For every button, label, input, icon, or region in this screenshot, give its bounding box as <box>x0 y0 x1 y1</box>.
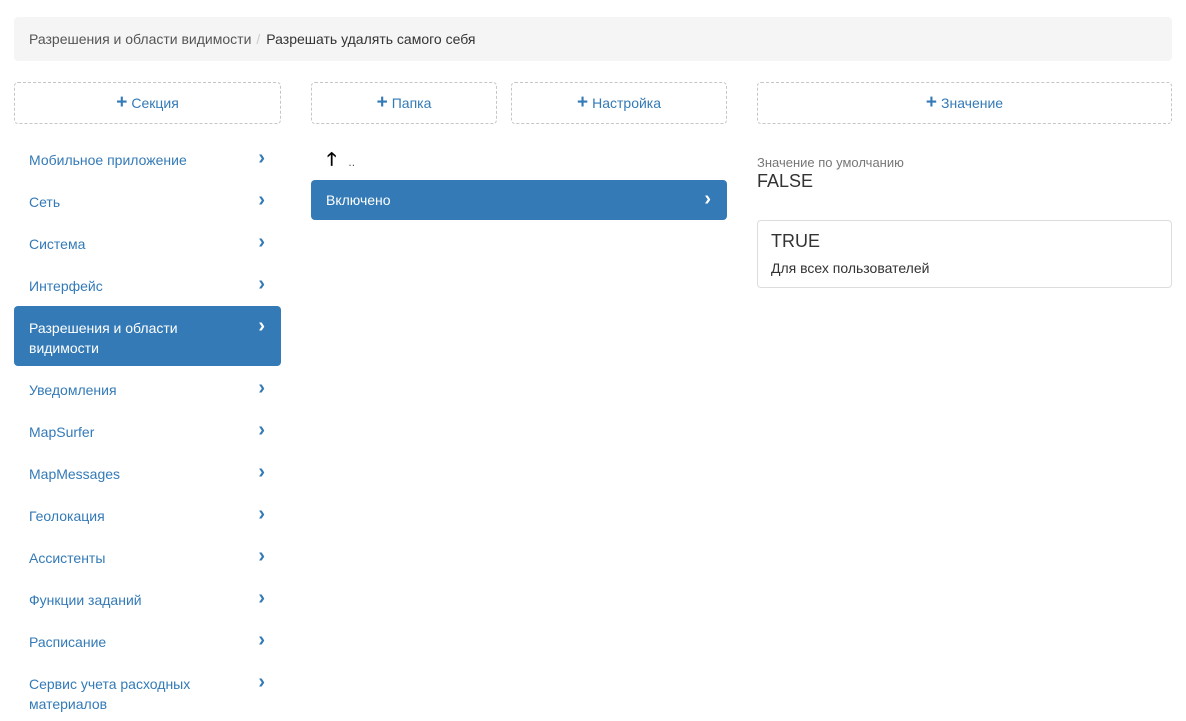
chevron-right-icon: › <box>258 587 265 609</box>
chevron-right-icon: › <box>258 671 265 693</box>
section-item-label: Уведомления <box>29 382 117 398</box>
section-item-mapmessages[interactable]: MapMessages › <box>14 452 281 494</box>
section-item-label: Разрешения и области видимости <box>29 320 178 356</box>
default-value: FALSE <box>757 171 814 191</box>
setting-item-enabled[interactable]: Включено › <box>311 180 727 220</box>
chevron-right-icon: › <box>258 377 265 399</box>
arrow-up-icon: 🡑 <box>327 149 337 169</box>
add-value-label: Значение <box>941 95 1004 111</box>
value-card-scope: Для всех пользователей <box>771 260 930 276</box>
breadcrumb: Разрешения и области видимости / Разреша… <box>14 17 1172 61</box>
chevron-right-icon: › <box>704 188 711 210</box>
section-item-mapsurfer[interactable]: MapSurfer › <box>14 410 281 452</box>
section-item-system[interactable]: Система › <box>14 222 281 264</box>
setting-item-label: Включено <box>326 192 391 208</box>
section-item-consumables-service[interactable]: Сервис учета расходных материалов › <box>14 662 281 721</box>
add-folder-button[interactable]: + Папка <box>311 82 497 124</box>
section-item-label: Интерфейс <box>29 278 103 294</box>
section-item-label: Расписание <box>29 634 107 650</box>
parent-folder-label: .. <box>348 155 356 169</box>
add-setting-label: Настройка <box>592 95 662 111</box>
section-item-label: MapMessages <box>29 466 121 482</box>
chevron-right-icon: › <box>258 629 265 651</box>
chevron-right-icon: › <box>258 189 265 211</box>
chevron-right-icon: › <box>258 503 265 525</box>
breadcrumb-parent-link[interactable]: Разрешения и области видимости <box>29 31 251 47</box>
chevron-right-icon: › <box>258 273 265 295</box>
section-item-mobile-app[interactable]: Мобильное приложение › <box>14 138 281 180</box>
chevron-right-icon: › <box>258 461 265 483</box>
section-item-label: Сервис учета расходных материалов <box>29 676 191 712</box>
section-item-label: Сеть <box>29 194 61 210</box>
plus-icon: + <box>116 91 128 113</box>
section-item-label: Ассистенты <box>29 550 106 566</box>
section-item-geolocation[interactable]: Геолокация › <box>14 494 281 536</box>
section-item-label: Функции заданий <box>29 592 142 608</box>
value-card[interactable]: TRUE Для всех пользователей <box>757 220 1172 288</box>
value-card-value: TRUE <box>771 231 820 251</box>
plus-icon: + <box>376 91 388 113</box>
breadcrumb-separator: / <box>256 31 261 47</box>
chevron-right-icon: › <box>258 147 265 169</box>
add-section-label: Секция <box>131 95 179 111</box>
section-item-task-functions[interactable]: Функции заданий › <box>14 578 281 620</box>
add-section-button[interactable]: + Секция <box>14 82 281 124</box>
chevron-right-icon: › <box>258 231 265 253</box>
add-value-button[interactable]: + Значение <box>757 82 1172 124</box>
section-item-assistants[interactable]: Ассистенты › <box>14 536 281 578</box>
chevron-right-icon: › <box>258 545 265 567</box>
chevron-right-icon: › <box>258 419 265 441</box>
section-item-schedule[interactable]: Расписание › <box>14 620 281 662</box>
default-value-label: Значение по умолчанию <box>757 155 904 170</box>
section-list: Мобильное приложение › Сеть › Система › … <box>14 138 281 721</box>
section-item-notifications[interactable]: Уведомления › <box>14 368 281 410</box>
plus-icon: + <box>576 91 589 113</box>
section-item-label: Геолокация <box>29 508 105 524</box>
folder-up-link[interactable]: 🡑 .. <box>327 149 355 169</box>
plus-icon: + <box>925 91 937 113</box>
section-item-network[interactable]: Сеть › <box>14 180 281 222</box>
chevron-right-icon: › <box>258 315 265 337</box>
add-setting-button[interactable]: + Настройка <box>511 82 727 124</box>
add-folder-label: Папка <box>391 95 432 111</box>
section-item-label: Мобильное приложение <box>29 152 187 168</box>
breadcrumb-current: Разрешать удалять самого себя <box>266 31 476 47</box>
section-item-label: MapSurfer <box>29 424 95 440</box>
section-item-interface[interactable]: Интерфейс › <box>14 264 281 306</box>
section-item-permissions[interactable]: Разрешения и области видимости › <box>14 306 281 366</box>
section-item-label: Система <box>29 236 86 252</box>
